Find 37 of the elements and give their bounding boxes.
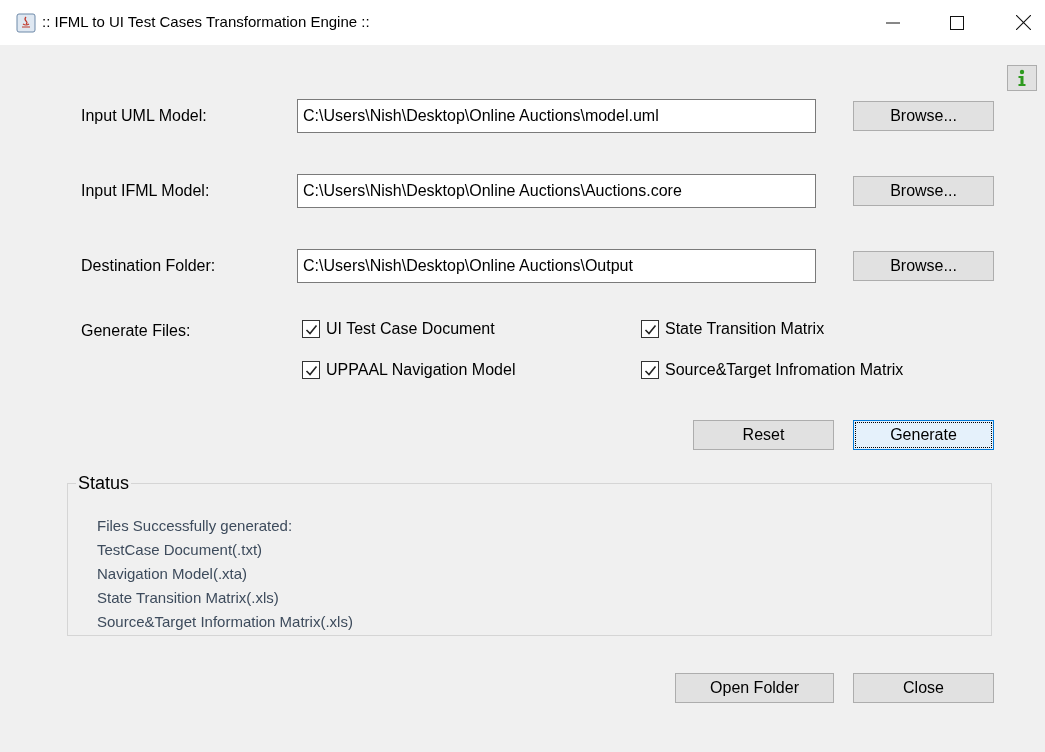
app-icon [16,12,36,33]
checkbox-option[interactable]: UI Test Case Document [302,317,641,341]
field-label: Input IFML Model: [81,181,211,201]
push-button[interactable]: Browse... [853,176,994,206]
checkbox[interactable] [302,361,320,379]
maximize-icon[interactable] [950,15,964,30]
push-button[interactable]: Browse... [853,251,994,281]
push-button[interactable]: Browse... [853,101,994,131]
checkbox[interactable] [641,320,659,338]
checkmark-icon [304,363,318,377]
checkbox-option[interactable]: State Transition Matrix [641,317,941,341]
push-button[interactable]: Close [853,673,994,703]
status-line: TestCase Document(.txt) [97,540,264,560]
checkbox[interactable] [641,361,659,379]
status-line: Navigation Model(.xta) [97,564,249,584]
checkmark-icon [643,322,657,336]
push-button[interactable]: Open Folder [675,673,834,703]
generate-files-label: Generate Files: [81,321,192,341]
checkbox[interactable] [302,320,320,338]
path-field[interactable]: C:\Users\Nish\Desktop\Online Auctions\model.uml [297,99,816,133]
checkmark-icon [643,363,657,377]
field-label: Input UML Model: [81,106,208,126]
close-icon[interactable] [1016,15,1031,30]
field-label: Destination Folder: [81,256,217,276]
status-line: Files Successfully generated: [97,516,294,536]
checkbox-option[interactable]: Source&Target Infromation Matrix [641,358,941,382]
path-field[interactable]: C:\Users\Nish\Desktop\Online Auctions\Output [297,249,816,283]
checkbox-option[interactable]: UPPAAL Navigation Model [302,358,641,382]
push-button[interactable]: Generate [853,420,994,450]
window-title: :: IFML to UI Test Cases Transformation Engine :: [42,12,370,33]
info-button[interactable] [1007,65,1037,91]
status-line: Source&Target Information Matrix(.xls) [97,612,354,632]
push-button[interactable]: Reset [693,420,834,450]
checkmark-icon [304,322,318,336]
info-icon [1017,69,1027,87]
status-line: State Transition Matrix(.xls) [97,588,280,608]
path-field[interactable]: C:\Users\Nish\Desktop\Online Auctions\Auctions.core [297,174,816,208]
